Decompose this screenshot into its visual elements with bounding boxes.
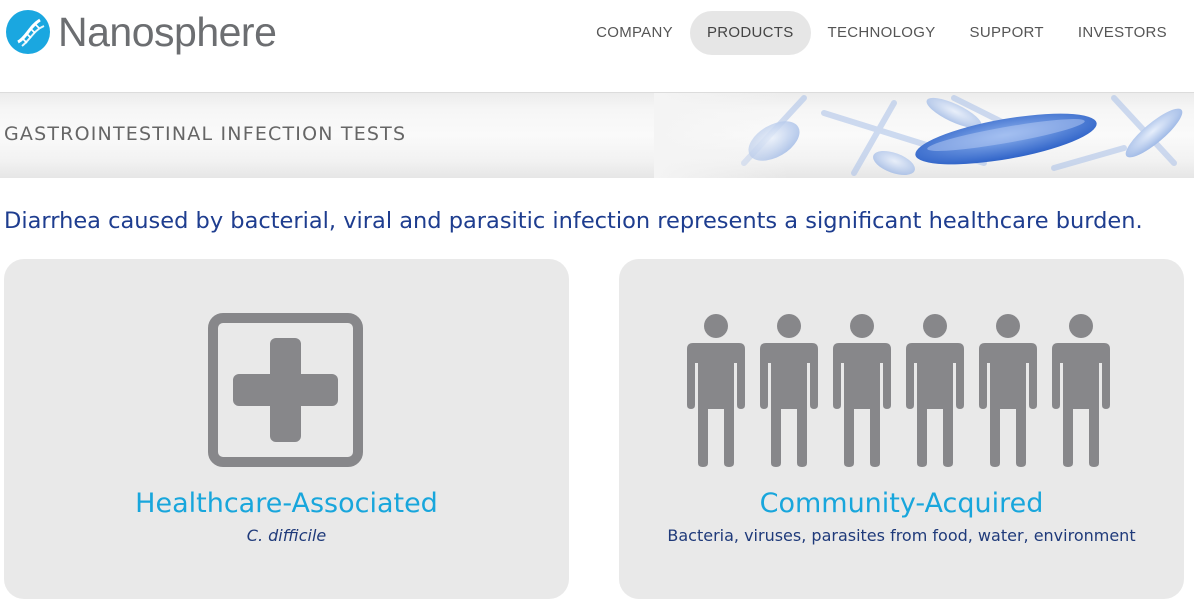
person-icon (833, 314, 891, 467)
logo[interactable]: Nanosphere (4, 8, 277, 56)
intro-text: Diarrhea caused by bacterial, viral and … (4, 208, 1143, 234)
bacteria-image (654, 93, 1194, 178)
community-acquired-card[interactable]: Community-Acquired Bacteria, viruses, pa… (619, 259, 1184, 599)
nav-technology[interactable]: TECHNOLOGY (811, 11, 953, 55)
nanosphere-logo-icon (6, 10, 50, 54)
nav-company[interactable]: COMPANY (579, 11, 690, 55)
nav-support[interactable]: SUPPORT (953, 11, 1061, 55)
card-subtitle: C. difficile (246, 526, 327, 545)
page-banner: GASTROINTESTINAL INFECTION TESTS (0, 92, 1194, 178)
site-header: Nanosphere COMPANY PRODUCTS TECHNOLOGY S… (0, 0, 1194, 92)
main-nav: COMPANY PRODUCTS TECHNOLOGY SUPPORT INVE… (579, 11, 1184, 55)
healthcare-associated-card[interactable]: Healthcare-Associated C. difficile (4, 259, 569, 599)
person-icon (979, 314, 1037, 467)
nav-investors[interactable]: INVESTORS (1061, 11, 1184, 55)
person-icon (760, 314, 818, 467)
card-title: Healthcare-Associated (135, 488, 438, 519)
medical-cross-icon (208, 313, 363, 467)
people-icon (687, 314, 1110, 467)
person-icon (1052, 314, 1110, 467)
logo-wordmark: Nanosphere (58, 8, 277, 55)
page-title: GASTROINTESTINAL INFECTION TESTS (4, 123, 407, 145)
card-title: Community-Acquired (759, 488, 1044, 519)
person-icon (906, 314, 964, 467)
person-icon (687, 314, 745, 467)
card-subtitle: Bacteria, viruses, parasites from food, … (667, 526, 1136, 545)
nav-products[interactable]: PRODUCTS (689, 11, 811, 55)
